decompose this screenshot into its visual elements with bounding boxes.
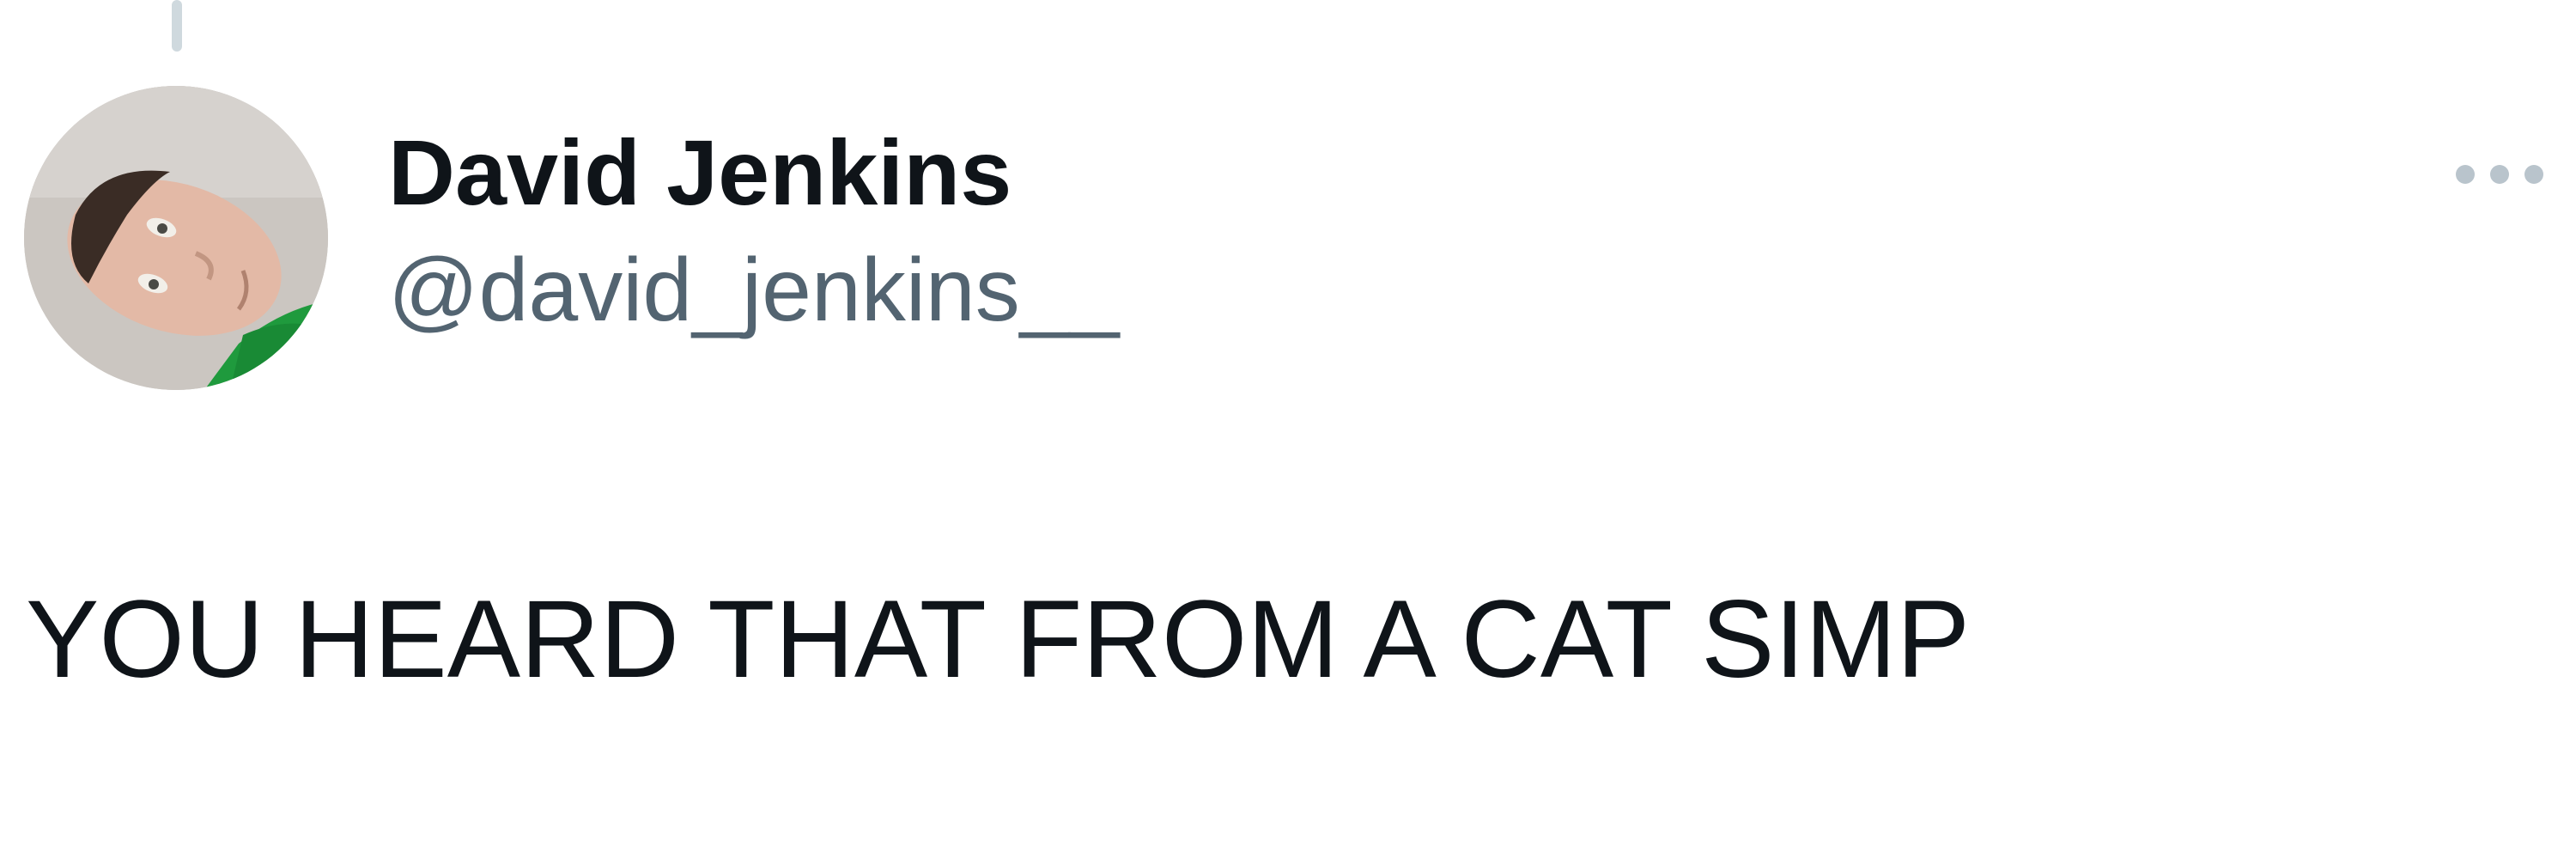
avatar[interactable]	[24, 86, 328, 390]
thread-connector-line	[172, 0, 182, 52]
author-display-name[interactable]: David Jenkins	[388, 117, 1012, 228]
tweet-text: YOU HEARD THAT FROM A CAT SIMP	[26, 578, 1971, 701]
author-handle[interactable]: @david_jenkins__	[388, 237, 1119, 344]
profile-photo-icon	[24, 86, 328, 390]
tweet: David Jenkins @david_jenkins__ YOU HEARD…	[0, 0, 2576, 859]
more-horizontal-icon	[2456, 165, 2543, 184]
more-options-button[interactable]	[2444, 144, 2555, 204]
